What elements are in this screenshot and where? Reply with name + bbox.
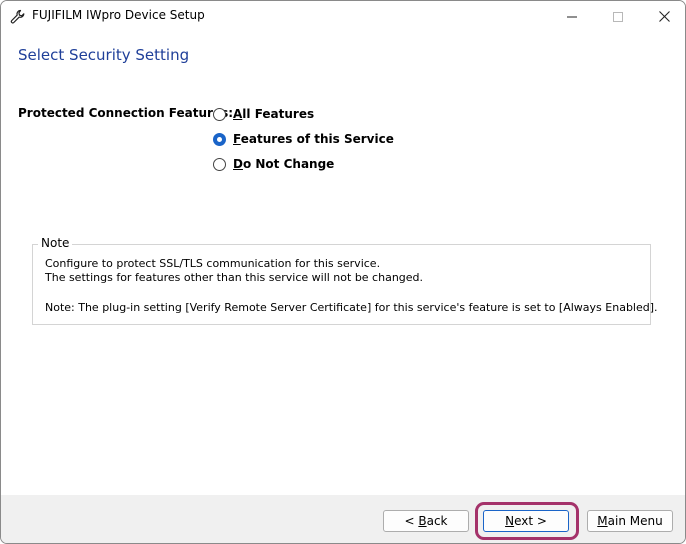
radio-do-not-change[interactable]: Do Not Change (213, 155, 334, 173)
minimize-icon (567, 16, 577, 17)
note-legend: Note (38, 236, 73, 250)
button-bar (1, 495, 685, 543)
note-text-line-1: Configure to protect SSL/TLS communicati… (45, 257, 381, 270)
radio-features-of-this-service[interactable]: Features of this Service (213, 130, 394, 148)
radio-label-do-not-change: Do Not Change (233, 157, 335, 171)
note-text-line-3: Note: The plug-in setting [Verify Remote… (45, 301, 658, 314)
window-title: FUJIFILM IWpro Device Setup (32, 8, 205, 22)
protected-connection-label: Protected Connection Features: (18, 106, 234, 120)
radio-unchecked-icon (213, 107, 226, 121)
note-text-line-2: The settings for features other than thi… (45, 271, 424, 284)
main-menu-button[interactable]: Main Menu (587, 510, 673, 532)
radio-label-features-of-this-service: Features of this Service (233, 132, 394, 146)
radio-unchecked-icon (213, 157, 226, 171)
maximize-button[interactable] (595, 1, 641, 32)
setup-window: FUJIFILM IWpro Device Setup Select Secur… (0, 0, 686, 544)
title-bar[interactable]: FUJIFILM IWpro Device Setup (1, 1, 685, 32)
radio-checked-icon (213, 132, 226, 146)
page-title: Select Security Setting (18, 46, 190, 64)
back-button[interactable]: < Back (383, 510, 469, 532)
close-icon (658, 11, 670, 22)
radio-label-all-features: All Features (233, 107, 315, 121)
next-button[interactable]: Next > (483, 510, 569, 532)
close-button[interactable] (641, 1, 685, 32)
wrench-icon (10, 9, 25, 24)
minimize-button[interactable] (549, 1, 595, 32)
maximize-icon (613, 11, 623, 22)
radio-all-features[interactable]: All Features (213, 105, 314, 123)
